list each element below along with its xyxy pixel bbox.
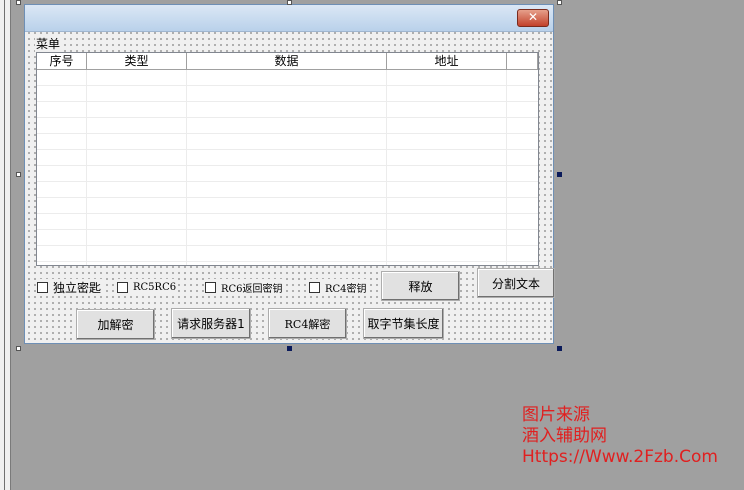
checkbox-label: RC6返回密钥: [221, 283, 283, 295]
list-header: 序号 类型 数据 地址: [37, 53, 538, 70]
close-button[interactable]: ✕: [517, 9, 549, 27]
checkbox-label: RC5RC6: [133, 281, 177, 293]
resize-handle[interactable]: [557, 172, 562, 177]
release-button[interactable]: 释放: [381, 271, 460, 301]
watermark-url: Https://Www.2Fzb.Com: [522, 447, 718, 467]
watermark-line: 图片来源: [522, 405, 590, 425]
watermark: 图片来源 酒入辅助网 Https://Www.2Fzb.Com: [522, 405, 718, 468]
checkbox-box[interactable]: [117, 281, 128, 293]
watermark-line: 酒入辅助网: [522, 426, 607, 446]
checkbox-label: 独立密匙: [53, 280, 102, 295]
column-header-extra[interactable]: [507, 53, 538, 69]
column-header-index[interactable]: 序号: [37, 53, 87, 69]
list-rows: [37, 70, 538, 265]
resize-handle[interactable]: [557, 346, 562, 351]
checkbox-box[interactable]: [309, 281, 320, 293]
split-text-button[interactable]: 分割文本: [477, 268, 555, 298]
left-ruler: [0, 0, 11, 490]
super-list-box[interactable]: 序号 类型 数据 地址: [36, 52, 539, 266]
rc4-decrypt-button[interactable]: RC4解密: [268, 308, 347, 339]
column-header-data[interactable]: 数据: [187, 53, 387, 69]
form-designer-window: ✕ 菜单 序号 类型 数据 地址 独立密匙 RC5RC6 RC6返回密钥 RC4…: [24, 4, 555, 344]
resize-handle[interactable]: [16, 346, 21, 351]
menu-label[interactable]: 菜单: [35, 35, 62, 52]
request-server-button[interactable]: 请求服务器1: [171, 308, 251, 339]
resize-handle[interactable]: [287, 0, 292, 5]
checkbox-rc5rc6[interactable]: RC5RC6: [117, 279, 179, 295]
resize-handle[interactable]: [16, 172, 21, 177]
encrypt-decrypt-button[interactable]: 加解密: [76, 309, 155, 340]
column-header-type[interactable]: 类型: [87, 53, 187, 69]
checkbox-rc4-key[interactable]: RC4密钥: [309, 279, 369, 295]
checkbox-label: RC4密钥: [325, 283, 367, 295]
checkbox-rc6-return-key[interactable]: RC6返回密钥: [205, 279, 285, 295]
resize-handle[interactable]: [557, 0, 562, 5]
checkbox-standalone-key[interactable]: 独立密匙: [37, 279, 104, 295]
close-icon: ✕: [527, 10, 539, 24]
resize-handle[interactable]: [287, 346, 292, 351]
title-bar: ✕: [25, 5, 553, 32]
checkbox-box[interactable]: [37, 281, 48, 293]
checkbox-box[interactable]: [205, 281, 216, 293]
resize-handle[interactable]: [16, 0, 21, 5]
byte-set-length-button[interactable]: 取字节集长度: [363, 308, 444, 339]
column-header-address[interactable]: 地址: [387, 53, 507, 69]
